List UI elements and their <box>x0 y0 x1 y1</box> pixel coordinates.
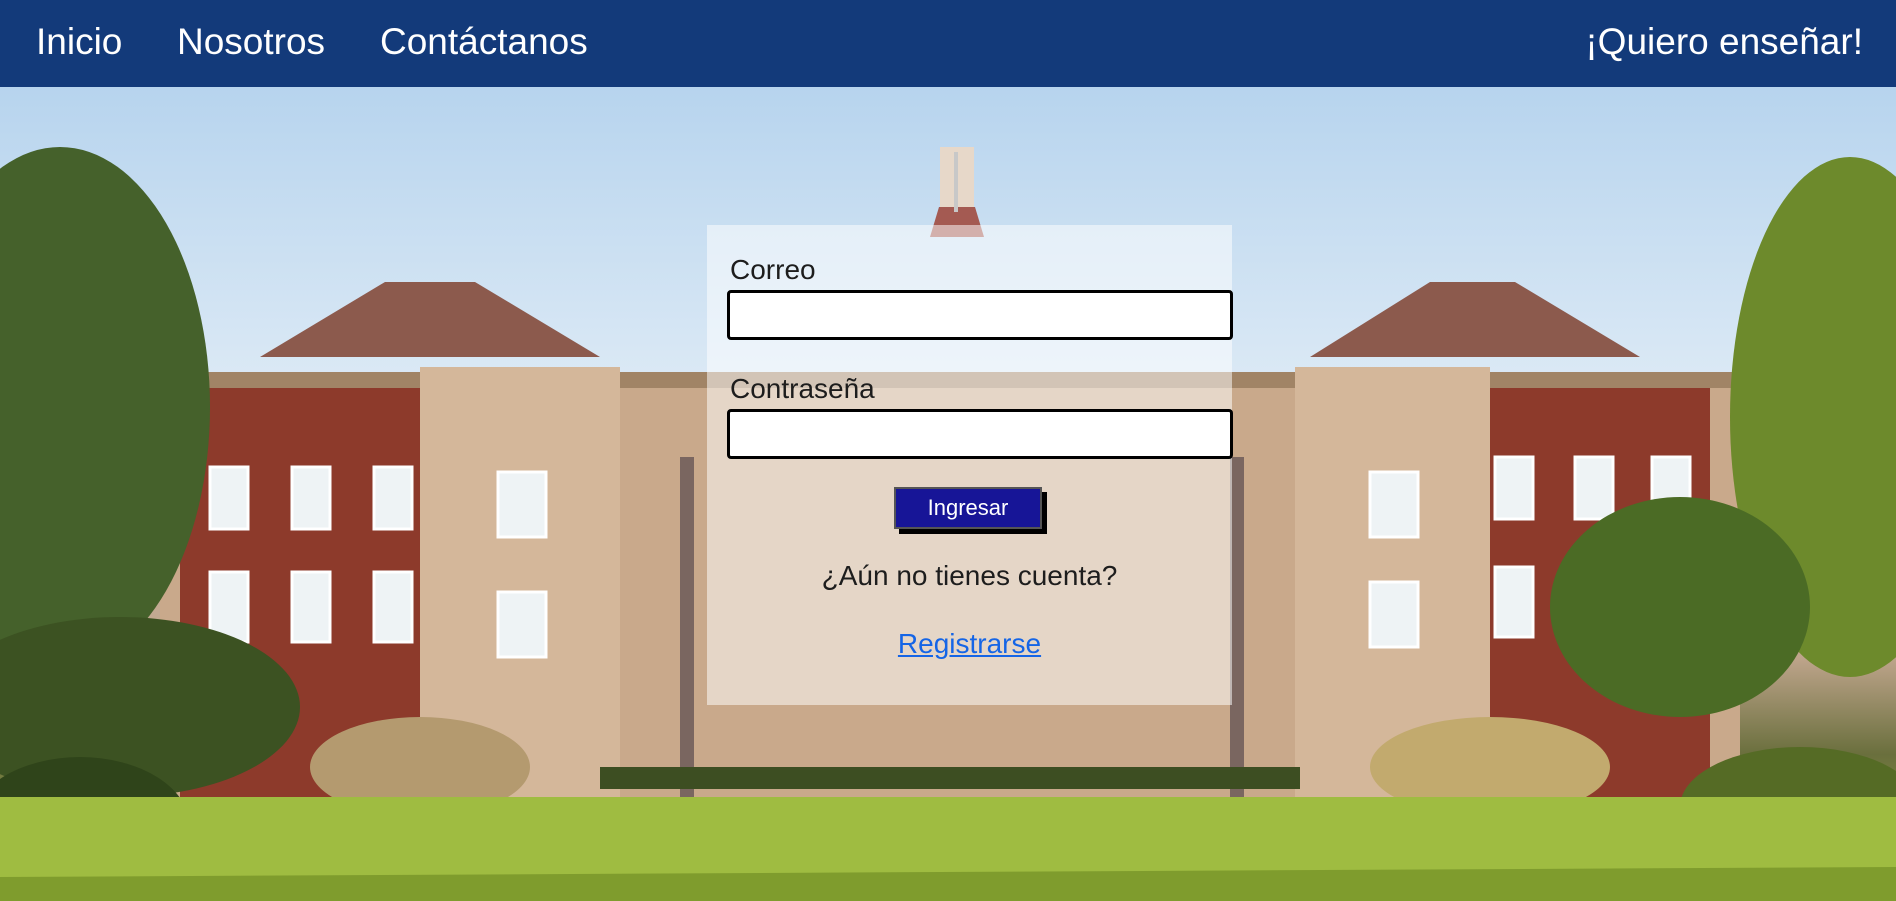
login-button[interactable]: Ingresar <box>894 487 1042 529</box>
signup-prompt: ¿Aún no tienes cuenta? <box>821 560 1118 591</box>
login-form: Correo Contraseña Ingresar ¿Aún no tiene… <box>707 225 1233 705</box>
password-field[interactable] <box>727 409 1233 459</box>
top-navbar: Inicio Nosotros Contáctanos ¡Quiero ense… <box>0 0 1896 87</box>
nav-link-quiero-ensenar[interactable]: ¡Quiero enseñar! <box>1585 18 1863 66</box>
nav-link-nosotros[interactable]: Nosotros <box>177 18 325 66</box>
nav-link-inicio[interactable]: Inicio <box>36 18 122 66</box>
email-field[interactable] <box>727 290 1233 340</box>
email-label: Correo <box>730 254 816 285</box>
register-link[interactable]: Registrarse <box>707 628 1232 660</box>
nav-link-contactanos[interactable]: Contáctanos <box>380 18 588 66</box>
password-label: Contraseña <box>730 373 875 404</box>
